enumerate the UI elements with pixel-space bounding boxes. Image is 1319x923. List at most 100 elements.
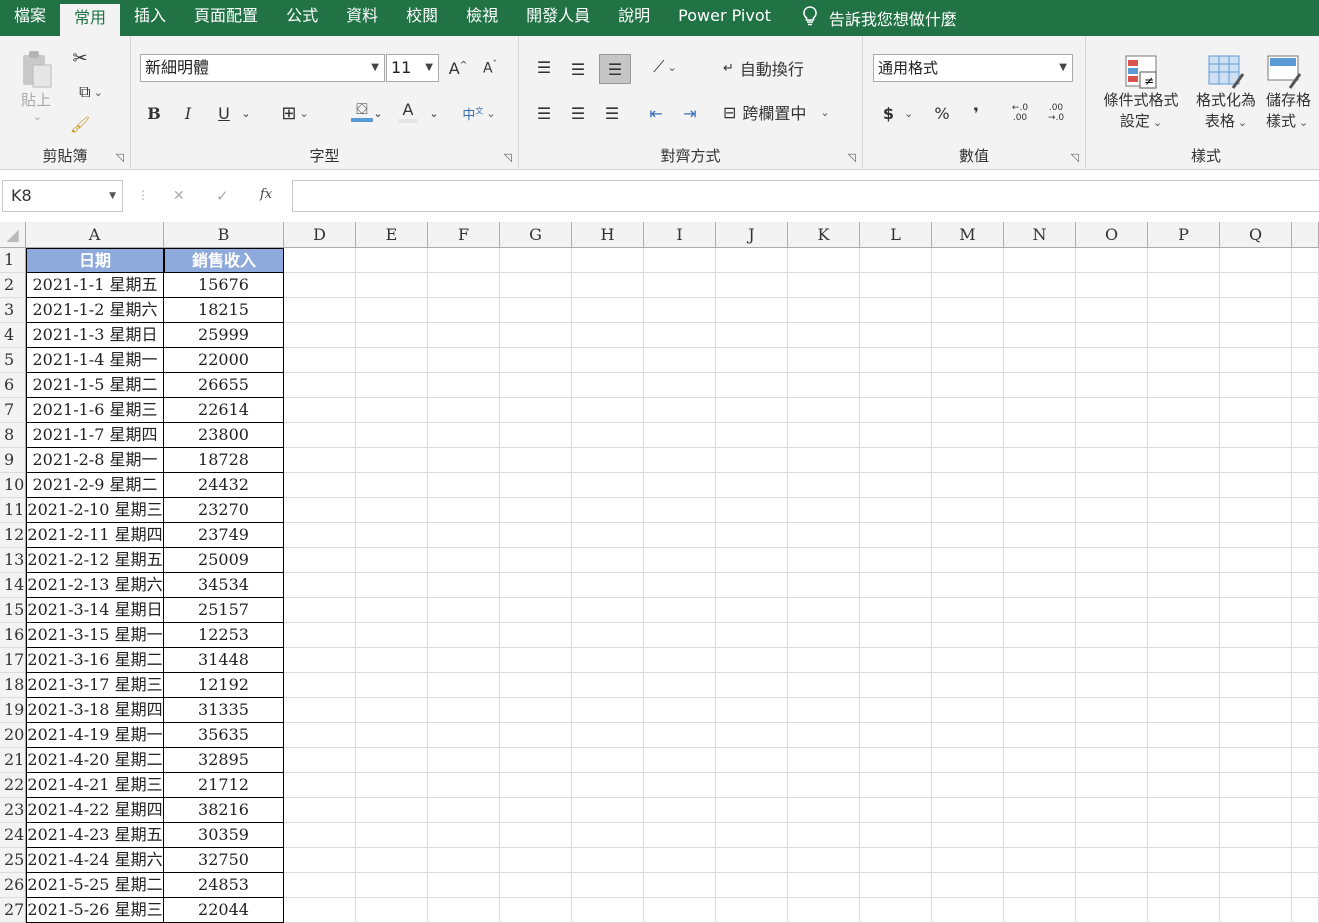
empty-cell[interactable]	[1004, 698, 1076, 723]
empty-cell[interactable]	[788, 598, 860, 623]
empty-cell[interactable]	[1292, 648, 1319, 673]
empty-cell[interactable]	[1148, 898, 1220, 923]
row-header-22[interactable]: 22	[0, 773, 26, 798]
row-header-27[interactable]: 27	[0, 898, 26, 923]
empty-cell[interactable]	[284, 873, 356, 898]
empty-cell[interactable]	[1076, 248, 1148, 273]
empty-cell[interactable]	[788, 448, 860, 473]
empty-cell[interactable]	[1148, 723, 1220, 748]
empty-cell[interactable]	[572, 348, 644, 373]
empty-cell[interactable]	[716, 523, 788, 548]
empty-cell[interactable]	[932, 598, 1004, 623]
empty-cell[interactable]	[356, 598, 428, 623]
empty-cell[interactable]	[860, 723, 932, 748]
empty-cell[interactable]	[644, 873, 716, 898]
column-header-I[interactable]: I	[644, 222, 716, 248]
empty-cell[interactable]	[1220, 648, 1292, 673]
revenue-cell[interactable]: 34534	[164, 573, 284, 598]
empty-cell[interactable]	[788, 648, 860, 673]
empty-cell[interactable]	[716, 898, 788, 923]
empty-cell[interactable]	[644, 648, 716, 673]
date-cell[interactable]: 2021-4-19 星期一	[26, 723, 164, 748]
empty-cell[interactable]	[932, 323, 1004, 348]
empty-cell[interactable]	[572, 873, 644, 898]
empty-cell[interactable]	[860, 598, 932, 623]
phonetic-guide-button[interactable]: 中文 ⌄	[457, 100, 501, 126]
chevron-down-icon[interactable]: ⌄	[427, 100, 441, 126]
date-cell[interactable]: 2021-1-4 星期一	[26, 348, 164, 373]
paste-button[interactable]: 貼上 ⌄	[14, 46, 58, 126]
empty-cell[interactable]	[644, 698, 716, 723]
empty-cell[interactable]	[356, 673, 428, 698]
empty-cell[interactable]	[788, 573, 860, 598]
empty-cell[interactable]	[1220, 673, 1292, 698]
column-header-D[interactable]: D	[284, 222, 356, 248]
column-header-G[interactable]: G	[500, 222, 572, 248]
row-header-17[interactable]: 17	[0, 648, 26, 673]
column-header-B[interactable]: B	[164, 222, 284, 248]
empty-cell[interactable]	[1148, 498, 1220, 523]
column-header-F[interactable]: F	[428, 222, 500, 248]
date-cell[interactable]: 2021-4-20 星期二	[26, 748, 164, 773]
empty-cell[interactable]	[716, 873, 788, 898]
empty-cell[interactable]	[1076, 848, 1148, 873]
chevron-down-icon[interactable]: ⌄	[239, 100, 253, 126]
empty-cell[interactable]	[1004, 898, 1076, 923]
empty-cell[interactable]	[716, 773, 788, 798]
empty-cell[interactable]	[860, 348, 932, 373]
empty-cell[interactable]	[1148, 573, 1220, 598]
empty-cell[interactable]	[284, 448, 356, 473]
empty-cell[interactable]	[932, 723, 1004, 748]
empty-cell[interactable]	[572, 698, 644, 723]
empty-cell[interactable]	[1004, 748, 1076, 773]
revenue-cell[interactable]: 24432	[164, 473, 284, 498]
revenue-cell[interactable]: 25157	[164, 598, 284, 623]
empty-cell[interactable]	[788, 698, 860, 723]
empty-cell[interactable]	[1004, 673, 1076, 698]
empty-cell[interactable]	[572, 323, 644, 348]
header-cell-date[interactable]: 日期	[26, 248, 164, 273]
orientation-button[interactable]: ⟋ ⌄	[643, 54, 687, 80]
font-color-button[interactable]: A	[393, 96, 423, 126]
date-cell[interactable]: 2021-2-10 星期三	[26, 498, 164, 523]
empty-cell[interactable]	[788, 323, 860, 348]
empty-cell[interactable]	[860, 373, 932, 398]
tab-10[interactable]: Power Pivot	[664, 0, 785, 36]
empty-cell[interactable]	[932, 898, 1004, 923]
empty-cell[interactable]	[1292, 298, 1319, 323]
decrease-font-button[interactable]: Aˇ	[477, 56, 503, 80]
empty-cell[interactable]	[1148, 798, 1220, 823]
conditional-format-button[interactable]: ≠ 條件式格式 設定 ⌄	[1096, 48, 1186, 138]
date-cell[interactable]: 2021-5-25 星期二	[26, 873, 164, 898]
empty-cell[interactable]	[284, 698, 356, 723]
empty-cell[interactable]	[500, 423, 572, 448]
empty-cell[interactable]	[716, 348, 788, 373]
middle-align-button[interactable]: ☰	[565, 56, 591, 82]
header-cell-revenue[interactable]: 銷售收入	[164, 248, 284, 273]
date-cell[interactable]: 2021-2-8 星期一	[26, 448, 164, 473]
empty-cell[interactable]	[1220, 348, 1292, 373]
row-header-15[interactable]: 15	[0, 598, 26, 623]
empty-cell[interactable]	[572, 648, 644, 673]
empty-cell[interactable]	[500, 598, 572, 623]
empty-cell[interactable]	[1148, 748, 1220, 773]
empty-cell[interactable]	[572, 748, 644, 773]
empty-cell[interactable]	[788, 473, 860, 498]
empty-cell[interactable]	[428, 423, 500, 448]
empty-cell[interactable]	[1220, 548, 1292, 573]
row-header-18[interactable]: 18	[0, 673, 26, 698]
empty-cell[interactable]	[932, 548, 1004, 573]
empty-cell[interactable]	[1292, 598, 1319, 623]
empty-cell[interactable]	[716, 573, 788, 598]
row-header-19[interactable]: 19	[0, 698, 26, 723]
empty-cell[interactable]	[500, 623, 572, 648]
empty-cell[interactable]	[860, 773, 932, 798]
empty-cell[interactable]	[500, 698, 572, 723]
column-header-O[interactable]: O	[1076, 222, 1148, 248]
empty-cell[interactable]	[644, 348, 716, 373]
empty-cell[interactable]	[572, 598, 644, 623]
italic-button[interactable]: I	[175, 100, 201, 126]
empty-cell[interactable]	[1220, 898, 1292, 923]
tab-4[interactable]: 公式	[272, 0, 332, 36]
date-cell[interactable]: 2021-4-24 星期六	[26, 848, 164, 873]
